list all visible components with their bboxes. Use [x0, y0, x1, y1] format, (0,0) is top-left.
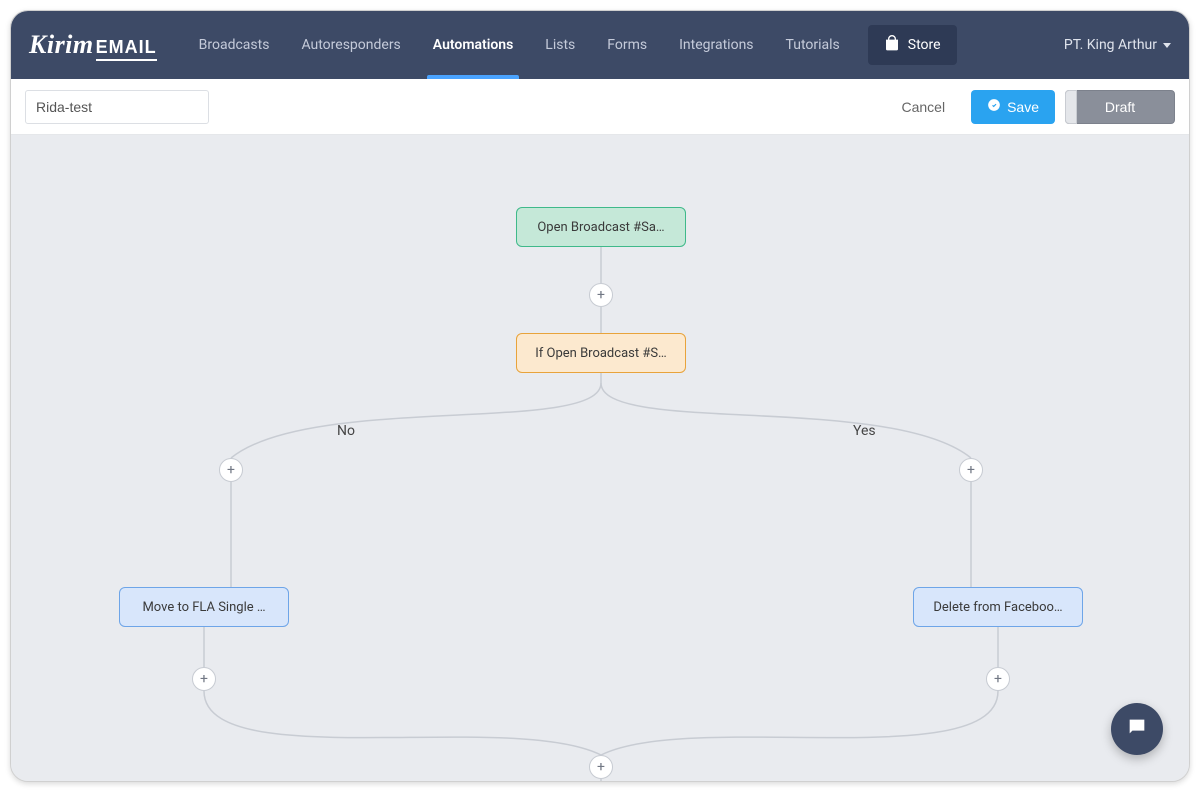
flow-trigger-label: Open Broadcast #Sa…: [537, 220, 664, 235]
flow-action-yes-label: Delete from Faceboo…: [933, 600, 1062, 615]
flow-trigger-node[interactable]: Open Broadcast #Sa…: [516, 207, 686, 247]
nav-store-label: Store: [908, 37, 941, 53]
nav-automations[interactable]: Automations: [419, 11, 528, 79]
cancel-button[interactable]: Cancel: [885, 90, 961, 124]
flow-condition-node[interactable]: If Open Broadcast #S…: [516, 333, 686, 373]
nav-autoresponders[interactable]: Autoresponders: [287, 11, 414, 79]
app-frame: Kirim EMAIL Broadcasts Autoresponders Au…: [10, 10, 1190, 782]
top-navbar: Kirim EMAIL Broadcasts Autoresponders Au…: [11, 11, 1189, 79]
draft-button-label: Draft: [1105, 99, 1135, 115]
nav-forms[interactable]: Forms: [593, 11, 661, 79]
add-step-merge-button[interactable]: +: [589, 755, 613, 779]
chat-icon: [1126, 716, 1148, 742]
add-step-after-no-button[interactable]: +: [192, 667, 216, 691]
primary-nav: Broadcasts Autoresponders Automations Li…: [185, 11, 957, 79]
nav-integrations[interactable]: Integrations: [665, 11, 767, 79]
branch-no-label: No: [337, 423, 355, 439]
brand-logo-script: Kirim: [29, 30, 94, 60]
flow-action-no-node[interactable]: Move to FLA Single …: [119, 587, 289, 627]
branch-yes-label: Yes: [853, 423, 876, 439]
account-menu[interactable]: PT. King Arthur: [1064, 37, 1171, 53]
chevron-down-icon: [1163, 43, 1171, 48]
nav-lists[interactable]: Lists: [531, 11, 589, 79]
add-step-after-yes-button[interactable]: +: [986, 667, 1010, 691]
nav-tutorials[interactable]: Tutorials: [772, 11, 854, 79]
add-step-button[interactable]: +: [589, 283, 613, 307]
flow-action-yes-node[interactable]: Delete from Faceboo…: [913, 587, 1083, 627]
flow-condition-label: If Open Broadcast #S…: [535, 346, 667, 361]
save-button[interactable]: Save: [971, 90, 1055, 124]
draft-button[interactable]: Draft: [1065, 90, 1175, 124]
nav-store-button[interactable]: Store: [868, 25, 957, 65]
account-name: PT. King Arthur: [1064, 37, 1157, 53]
add-step-no-branch-button[interactable]: +: [219, 458, 243, 482]
editor-action-bar: Cancel Save Draft: [11, 79, 1189, 135]
chat-support-button[interactable]: [1111, 703, 1163, 755]
brand-logo[interactable]: Kirim EMAIL: [29, 30, 157, 61]
save-button-label: Save: [1007, 99, 1039, 115]
shopping-bag-icon: [884, 35, 900, 55]
nav-broadcasts[interactable]: Broadcasts: [185, 11, 284, 79]
add-step-yes-branch-button[interactable]: +: [959, 458, 983, 482]
flow-action-no-label: Move to FLA Single …: [142, 600, 265, 615]
automation-canvas[interactable]: Open Broadcast #Sa… + If Open Broadcast …: [11, 135, 1189, 781]
check-circle-icon: [987, 98, 1001, 115]
automation-name-input[interactable]: [25, 90, 209, 124]
brand-logo-block: EMAIL: [96, 37, 157, 61]
